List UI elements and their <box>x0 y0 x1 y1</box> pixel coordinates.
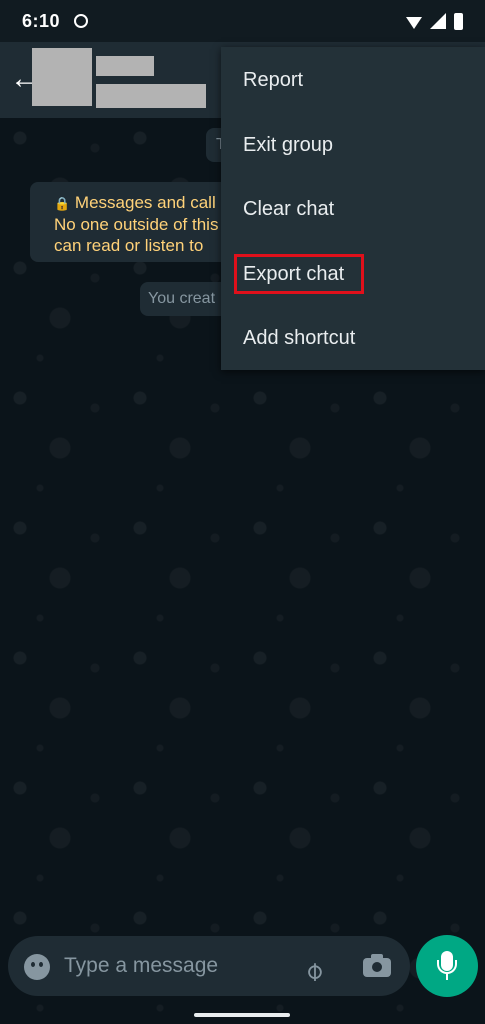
mic-icon-cup <box>437 960 457 974</box>
message-composer: ⌀ <box>8 936 410 996</box>
signal-icon <box>430 13 446 29</box>
group-subtitle-redacted[interactable] <box>96 84 206 108</box>
menu-item-exit-group[interactable]: Exit group <box>221 113 485 177</box>
lock-icon: 🔒 <box>54 196 71 211</box>
emoji-icon[interactable] <box>24 954 50 980</box>
overflow-menu: Report Exit group Clear chat Export chat… <box>221 47 485 370</box>
menu-item-report[interactable]: Report <box>221 48 485 112</box>
gesture-nav-handle[interactable] <box>194 1013 290 1017</box>
mic-icon-stem <box>446 973 448 980</box>
group-name-redacted[interactable] <box>96 56 154 76</box>
group-avatar[interactable] <box>32 48 92 106</box>
cast-icon <box>74 14 89 28</box>
attach-icon[interactable]: ⌀ <box>297 944 341 988</box>
encryption-line-1-text: Messages and call <box>74 193 216 212</box>
message-input[interactable] <box>64 951 284 981</box>
status-time: 6:10 <box>22 10 61 31</box>
menu-item-add-shortcut[interactable]: Add shortcut <box>221 306 485 370</box>
wifi-icon <box>406 17 422 29</box>
camera-icon-lens <box>372 962 382 972</box>
status-icons <box>406 12 463 30</box>
status-bar: 6:10 <box>0 0 485 42</box>
camera-icon[interactable] <box>363 953 391 977</box>
menu-item-export-chat[interactable]: Export chat <box>221 242 485 306</box>
mic-button[interactable] <box>416 935 478 997</box>
menu-item-clear-chat[interactable]: Clear chat <box>221 177 485 241</box>
battery-icon <box>454 12 463 30</box>
